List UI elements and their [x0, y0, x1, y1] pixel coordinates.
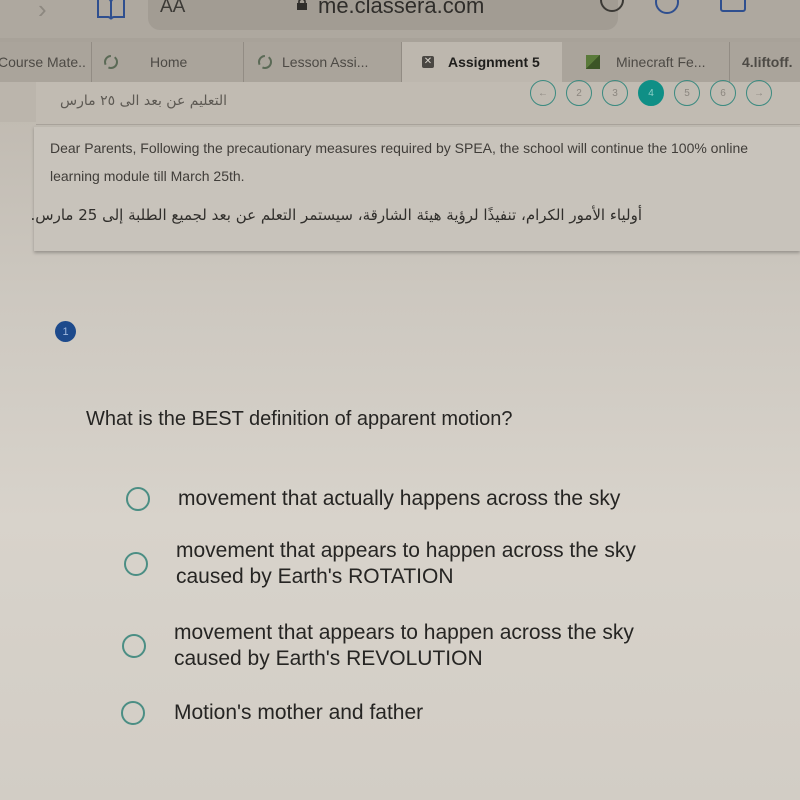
- url-text[interactable]: me.classera.com: [318, 0, 484, 19]
- tab-label: Lesson Assi...: [282, 54, 369, 70]
- pager-page-3[interactable]: 3: [602, 80, 628, 106]
- tab-label: 4.liftoff.: [742, 54, 793, 70]
- tab-label: Assignment 5: [448, 54, 540, 70]
- option-text: movement that appears to happen across t…: [174, 620, 634, 672]
- classera-logo-icon: [104, 55, 118, 69]
- option-line: movement that appears to happen across t…: [176, 539, 636, 562]
- radio-button[interactable]: [121, 701, 145, 725]
- tab-label: Home: [150, 54, 188, 70]
- back-chevron-icon[interactable]: ›: [38, 0, 47, 25]
- pager-prev-button[interactable]: ←: [530, 80, 556, 106]
- tab-course-materials[interactable]: Course Mate..: [0, 42, 92, 82]
- answer-option[interactable]: movement that actually happens across th…: [126, 486, 620, 512]
- pager-page-2[interactable]: 2: [566, 80, 592, 106]
- pager-page-4-current[interactable]: 4: [638, 80, 664, 106]
- tab-assignment-5[interactable]: ✕ Assignment 5: [402, 42, 562, 82]
- answer-option[interactable]: movement that appears to happen across t…: [122, 620, 634, 672]
- question-text: What is the BEST definition of apparent …: [86, 408, 513, 430]
- bookmarks-book-icon[interactable]: [96, 0, 126, 21]
- classera-logo-icon: [258, 55, 272, 69]
- pager-page-6[interactable]: 6: [710, 80, 736, 106]
- tab-home[interactable]: Home: [92, 42, 244, 82]
- text-size-button[interactable]: AA: [160, 0, 185, 18]
- radio-button[interactable]: [122, 634, 146, 658]
- minecraft-block-icon: [586, 55, 600, 69]
- pager-page-5[interactable]: 5: [674, 80, 700, 106]
- distance-learning-label: التعليم عن بعد الى ٢٥ مارس: [60, 93, 228, 109]
- answer-option[interactable]: Motion's mother and father: [121, 700, 423, 726]
- announcement-english: Dear Parents, Following the precautionar…: [50, 140, 749, 184]
- option-line: Motion's mother and father: [174, 701, 424, 724]
- option-text: movement that appears to happen across t…: [176, 538, 636, 590]
- lock-icon: [297, 0, 307, 10]
- option-text: movement that actually happens across th…: [178, 486, 620, 512]
- question-pager: ← 2 3 4 5 6 →: [530, 80, 772, 106]
- option-line: caused by Earth's ROTATION: [176, 565, 454, 588]
- close-tab-icon[interactable]: ✕: [422, 56, 434, 68]
- tabs-overview-icon[interactable]: [720, 0, 746, 12]
- tab-label: Course Mate..: [0, 54, 86, 70]
- option-text: Motion's mother and father: [174, 700, 423, 726]
- question-number-badge: 1: [55, 321, 76, 342]
- tab-minecraft[interactable]: Minecraft Fe...: [562, 42, 730, 82]
- radio-button[interactable]: [124, 552, 148, 576]
- announcement-arabic: أولياء الأمور الكرام، تنفيذًا لرؤية هيئة…: [30, 206, 642, 224]
- option-line: movement that actually happens across th…: [178, 487, 621, 510]
- tab-lesson-assignments[interactable]: Lesson Assi...: [244, 42, 402, 82]
- answer-option[interactable]: movement that appears to happen across t…: [124, 538, 636, 590]
- option-line: movement that appears to happen across t…: [174, 621, 634, 644]
- radio-button[interactable]: [126, 487, 150, 511]
- option-line: caused by Earth's REVOLUTION: [174, 647, 483, 670]
- tab-label: Minecraft Fe...: [616, 54, 706, 70]
- tab-liftoff[interactable]: 4.liftoff.: [730, 42, 800, 82]
- pager-next-button[interactable]: →: [746, 80, 772, 106]
